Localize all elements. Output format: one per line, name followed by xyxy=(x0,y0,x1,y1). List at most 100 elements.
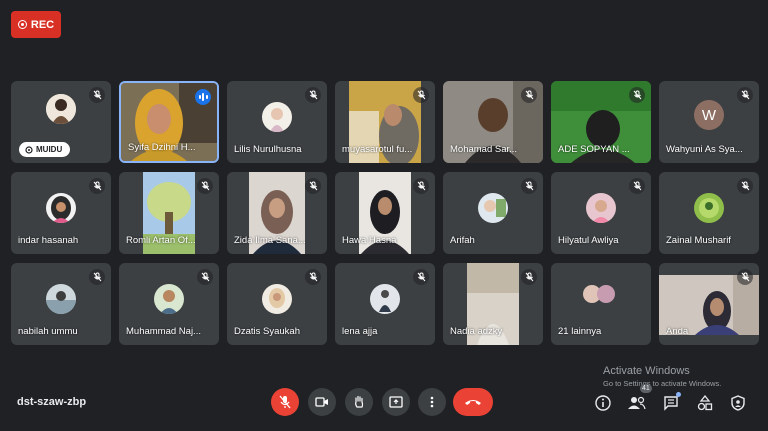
info-icon xyxy=(595,395,611,411)
mic-off-icon xyxy=(521,87,537,103)
mic-off-icon xyxy=(305,87,321,103)
participant-tile[interactable]: Hilyatul Awliya xyxy=(551,172,651,254)
hand-icon xyxy=(355,395,364,408)
raise-hand-button[interactable] xyxy=(345,388,373,416)
participant-name: Arifah xyxy=(450,235,475,246)
participant-tile[interactable]: Hawa Hasna xyxy=(335,172,435,254)
avatar xyxy=(262,102,292,132)
participant-name: lena ajja xyxy=(342,326,378,337)
end-call-icon xyxy=(465,400,481,405)
participant-name: Hawa Hasna xyxy=(342,235,397,246)
participant-name: indar hasanah xyxy=(18,235,79,246)
speaking-indicator-icon xyxy=(195,89,211,105)
participant-tile[interactable]: MUIDU xyxy=(11,81,111,163)
participant-name: Hilyatul Awliya xyxy=(558,235,619,246)
mic-off-icon xyxy=(89,269,105,285)
participant-tile[interactable]: muyasarotul fu... xyxy=(335,81,435,163)
participant-tile[interactable]: Mohamad Sar... xyxy=(443,81,543,163)
participant-name: muyasarotul fu... xyxy=(342,144,413,155)
participant-tile[interactable]: lena ajja xyxy=(335,263,435,345)
participant-tile[interactable]: Muhammad Naj... xyxy=(119,263,219,345)
host-controls-button[interactable] xyxy=(729,394,747,412)
mic-off-icon xyxy=(305,178,321,194)
mic-off-icon xyxy=(629,87,645,103)
mic-off-icon xyxy=(521,178,537,194)
meeting-code: dst-szaw-zbp xyxy=(17,396,87,408)
avatar xyxy=(46,94,76,124)
participant-grid: MUIDU Syifa Dzihni H... Lilis Nurulhusna… xyxy=(11,81,759,347)
avatar xyxy=(370,284,400,314)
present-icon xyxy=(389,396,403,408)
participant-tile[interactable]: Zainal Musharif xyxy=(659,172,759,254)
participant-name: Romli Artan Of... xyxy=(126,235,196,246)
pin-icon xyxy=(25,145,33,154)
avatar xyxy=(46,193,76,223)
participant-tile[interactable]: W Wahyuni As Sya... xyxy=(659,81,759,163)
participant-tile[interactable]: Lilis Nurulhusna xyxy=(227,81,327,163)
more-participants-label: 21 lainnya xyxy=(558,326,602,337)
participant-tile[interactable]: Romli Artan Of... xyxy=(119,172,219,254)
participant-name: Zainal Musharif xyxy=(666,235,731,246)
mic-off-icon xyxy=(629,178,645,194)
microphone-toggle-button[interactable] xyxy=(271,388,299,416)
participant-name: Wahyuni As Sya... xyxy=(666,144,743,155)
camera-toggle-button[interactable] xyxy=(308,388,336,416)
watermark-subtitle: Go to Settings to activate Windows. xyxy=(603,379,722,388)
avatar xyxy=(586,193,616,223)
people-button[interactable] xyxy=(628,394,646,412)
meeting-details-button[interactable] xyxy=(594,394,612,412)
shield-icon xyxy=(731,395,745,411)
participant-name: ADE SOPYAN ... xyxy=(558,144,630,155)
mic-off-icon xyxy=(413,269,429,285)
participant-name: nabilah ummu xyxy=(18,326,78,337)
mic-off-icon xyxy=(305,269,321,285)
activities-button[interactable] xyxy=(696,394,714,412)
people-icon xyxy=(628,396,646,410)
present-screen-button[interactable] xyxy=(382,388,410,416)
mic-off-icon xyxy=(279,395,291,409)
participant-tile[interactable]: ADE SOPYAN ... xyxy=(551,81,651,163)
more-options-button[interactable] xyxy=(418,388,446,416)
mic-off-icon xyxy=(737,269,753,285)
mic-off-icon xyxy=(737,87,753,103)
chat-notification-dot xyxy=(676,392,681,397)
self-tile[interactable]: Anda xyxy=(659,263,759,345)
mic-off-icon xyxy=(521,269,537,285)
mic-off-icon xyxy=(197,269,213,285)
shapes-icon xyxy=(697,395,713,411)
participant-name: Dzatis Syaukah xyxy=(234,326,301,337)
participant-name: Muhammad Naj... xyxy=(126,326,201,337)
watermark-title: Activate Windows xyxy=(603,365,690,377)
activation-watermark: Activate Windows Go to Settings to activ… xyxy=(603,365,721,388)
mic-off-icon xyxy=(197,178,213,194)
record-icon xyxy=(17,20,27,29)
participant-badge: MUIDU xyxy=(19,142,71,157)
avatar xyxy=(597,285,615,303)
leave-call-button[interactable] xyxy=(453,388,493,416)
participant-name: Mohamad Sar... xyxy=(450,144,518,155)
participant-name: Nadia adzky xyxy=(450,326,503,337)
participant-name: Anda xyxy=(666,326,689,337)
participant-tile[interactable]: Nadia adzky xyxy=(443,263,543,345)
mic-off-icon xyxy=(413,178,429,194)
participant-tile[interactable]: Dzatis Syaukah xyxy=(227,263,327,345)
participant-tile-speaking[interactable]: Syifa Dzihni H... xyxy=(119,81,219,163)
mic-off-icon xyxy=(89,178,105,194)
recording-indicator: REC xyxy=(11,11,61,38)
mic-off-icon xyxy=(737,178,753,194)
participant-name: Syifa Dzihni H... xyxy=(128,142,196,153)
participant-tile[interactable]: nabilah ummu xyxy=(11,263,111,345)
participant-name: Zida Ilma Sana... xyxy=(234,235,306,246)
chat-icon xyxy=(664,396,678,411)
more-vert-icon xyxy=(430,396,434,408)
more-participants-tile[interactable]: 21 lainnya xyxy=(551,263,651,345)
participant-tile[interactable]: indar hasanah xyxy=(11,172,111,254)
avatar xyxy=(46,284,76,314)
participant-name: Lilis Nurulhusna xyxy=(234,144,302,155)
participant-tile[interactable]: Zida Ilma Sana... xyxy=(227,172,327,254)
participant-tile[interactable]: Arifah xyxy=(443,172,543,254)
people-count-badge: 41 xyxy=(640,384,652,393)
avatar xyxy=(154,284,184,314)
avatar xyxy=(478,193,508,223)
avatar xyxy=(262,284,292,314)
